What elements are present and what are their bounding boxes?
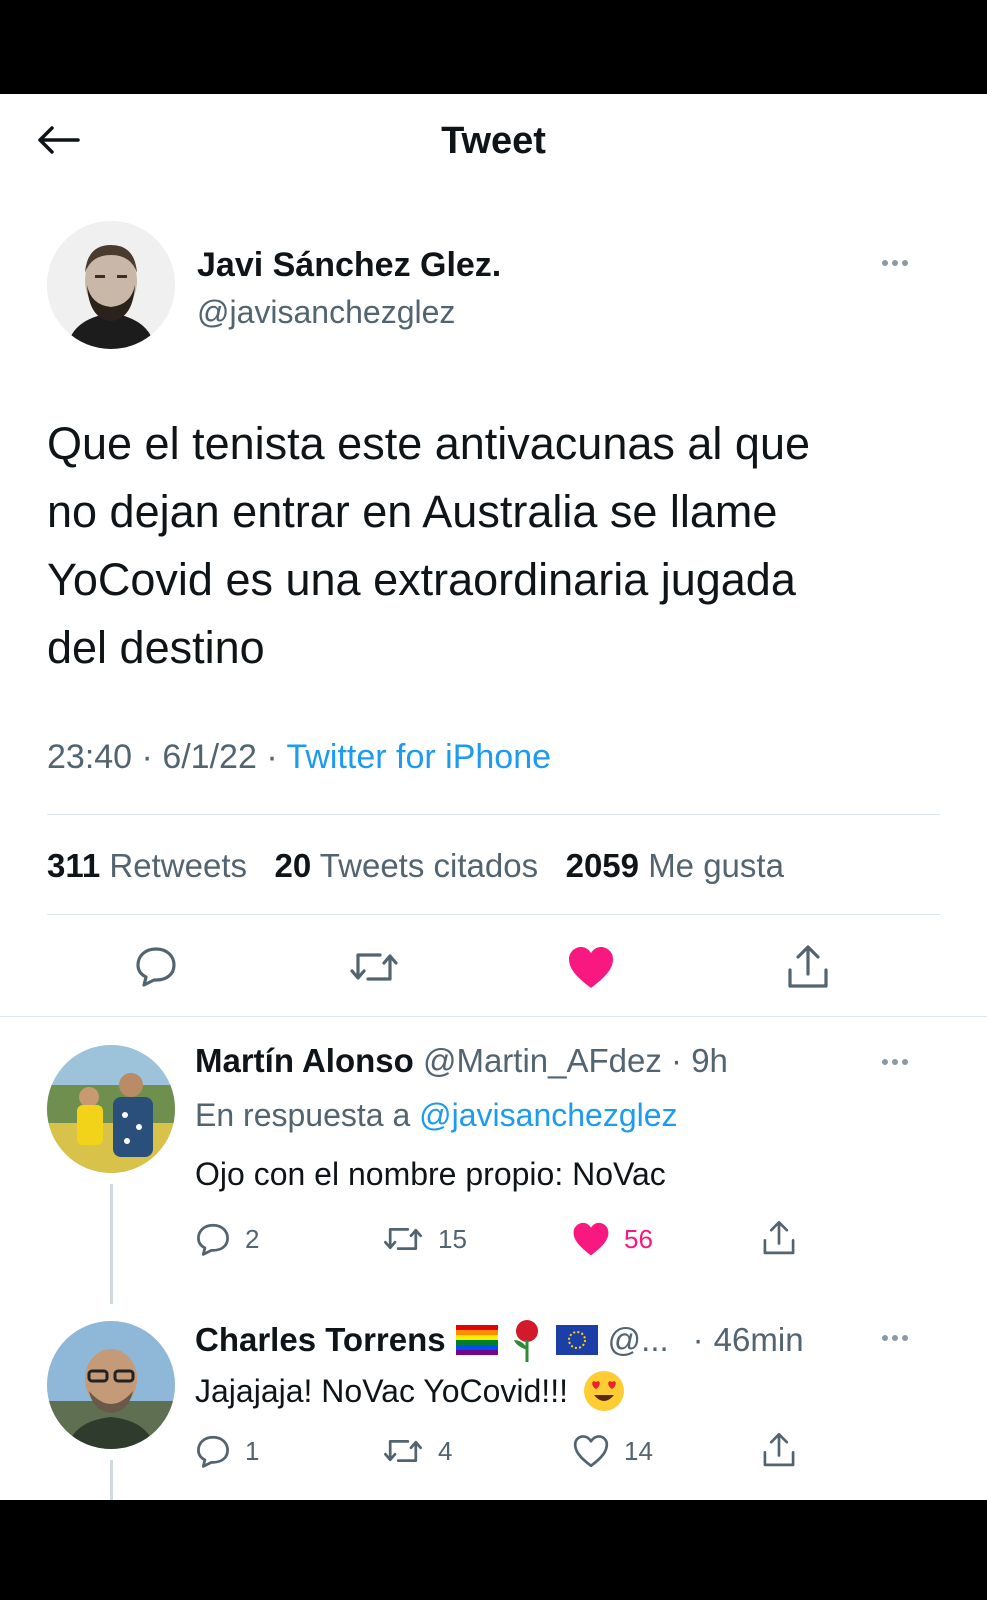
thread-line	[110, 1184, 113, 1304]
share-button[interactable]	[761, 1220, 797, 1256]
more-options-icon[interactable]	[882, 1335, 908, 1341]
divider	[0, 1016, 987, 1017]
reply-avatar[interactable]	[47, 1321, 175, 1449]
reply-context: En respuesta a @javisanchezglez	[195, 1097, 678, 1133]
tweet-text-line: no dejan entrar en Australia se llame	[47, 486, 778, 537]
share-button[interactable]	[785, 944, 831, 990]
thread-line	[110, 1460, 113, 1500]
rainbow-flag-emoji	[455, 1325, 498, 1355]
tweet-text-line: del destino	[47, 622, 265, 673]
reply-to-handle-link[interactable]: @javisanchezglez	[419, 1097, 677, 1133]
quotes-stat[interactable]: 20 Tweets citados	[275, 847, 539, 884]
share-icon	[763, 1433, 795, 1467]
like-count-button[interactable]: 56	[572, 1222, 653, 1257]
retweet-icon	[384, 1440, 422, 1462]
heart-eyes-emoji	[583, 1371, 624, 1411]
reply-avatar[interactable]	[47, 1045, 175, 1173]
reply-author-name[interactable]: Martín Alonso	[195, 1042, 414, 1079]
reply-header: Charles Torrens @... · 46min	[195, 1318, 804, 1362]
tweet-source-link[interactable]: Twitter for iPhone	[286, 738, 551, 776]
tweet-stats: 311 Retweets 20 Tweets citados 2059 Me g…	[47, 847, 784, 885]
like-count: 14	[624, 1436, 653, 1466]
reply-time: 46min	[713, 1321, 804, 1358]
tweet-screen: Tweet Javi Sánchez Glez. @javisanchezgle…	[0, 94, 987, 1500]
share-icon	[763, 1221, 795, 1255]
retweet-count-button[interactable]: 4	[382, 1435, 452, 1467]
reply-time: 9h	[691, 1042, 728, 1079]
page-title: Tweet	[441, 120, 546, 162]
share-icon	[788, 945, 828, 988]
heart-outline-icon	[573, 1435, 609, 1468]
reply-icon	[136, 947, 176, 987]
tweet-meta: 23:40 · 6/1/22 · Twitter for iPhone	[47, 738, 552, 776]
eu-flag-emoji	[555, 1325, 598, 1355]
reply-count-button[interactable]: 2	[195, 1222, 259, 1256]
more-options-icon[interactable]	[882, 260, 908, 266]
reply-count: 1	[245, 1435, 260, 1466]
tweet-date: 6/1/22	[162, 738, 257, 776]
retweet-icon	[350, 953, 398, 981]
reply-count: 2	[245, 1223, 260, 1254]
tweet-text: Que el tenista este antivacunas al que n…	[47, 410, 947, 682]
author-name[interactable]: Javi Sánchez Glez.	[197, 246, 501, 285]
tweet-text-line: YoCovid es una extraordinaria jugada	[47, 554, 796, 605]
like-count: 56	[624, 1224, 653, 1254]
reply-count-button[interactable]: 1	[195, 1434, 259, 1468]
like-count-button[interactable]: 14	[572, 1434, 653, 1469]
reply-author-name[interactable]: Charles Torrens	[195, 1321, 446, 1359]
reply-icon	[197, 1435, 229, 1468]
rose-emoji	[513, 1320, 538, 1362]
reply-header: Martín Alonso @Martin_AFdez · 9h	[195, 1042, 728, 1079]
author-avatar[interactable]	[47, 221, 175, 349]
tweet-text-line: Que el tenista este antivacunas al que	[47, 418, 811, 469]
likes-stat[interactable]: 2059 Me gusta	[566, 847, 784, 884]
divider	[47, 914, 940, 915]
tweet-time: 23:40	[47, 738, 133, 776]
retweet-count-button[interactable]: 15	[382, 1223, 467, 1255]
reply-author-handle[interactable]: @...	[608, 1321, 669, 1359]
share-button[interactable]	[761, 1432, 797, 1468]
reply-icon	[197, 1223, 229, 1256]
header: Tweet	[0, 94, 987, 194]
reply-author-handle[interactable]: @Martin_AFdez	[423, 1042, 662, 1079]
reply-text: Ojo con el nombre propio: NoVac	[195, 1156, 666, 1192]
navigation-bar	[0, 1500, 987, 1600]
divider	[47, 814, 940, 815]
reply-button[interactable]	[134, 945, 178, 987]
like-button[interactable]	[567, 946, 615, 990]
reply-text: Jajajaja! NoVac YoCovid!!!	[195, 1369, 626, 1413]
retweet-icon	[384, 1228, 422, 1250]
status-bar	[0, 0, 987, 94]
retweet-button[interactable]	[348, 947, 400, 987]
author-handle[interactable]: @javisanchezglez	[197, 294, 455, 331]
retweets-stat[interactable]: 311 Retweets	[47, 847, 247, 884]
retweet-count: 15	[438, 1223, 467, 1254]
heart-filled-icon	[569, 947, 613, 988]
retweet-count: 4	[438, 1435, 453, 1466]
more-options-icon[interactable]	[882, 1059, 908, 1065]
heart-filled-icon	[573, 1222, 609, 1256]
